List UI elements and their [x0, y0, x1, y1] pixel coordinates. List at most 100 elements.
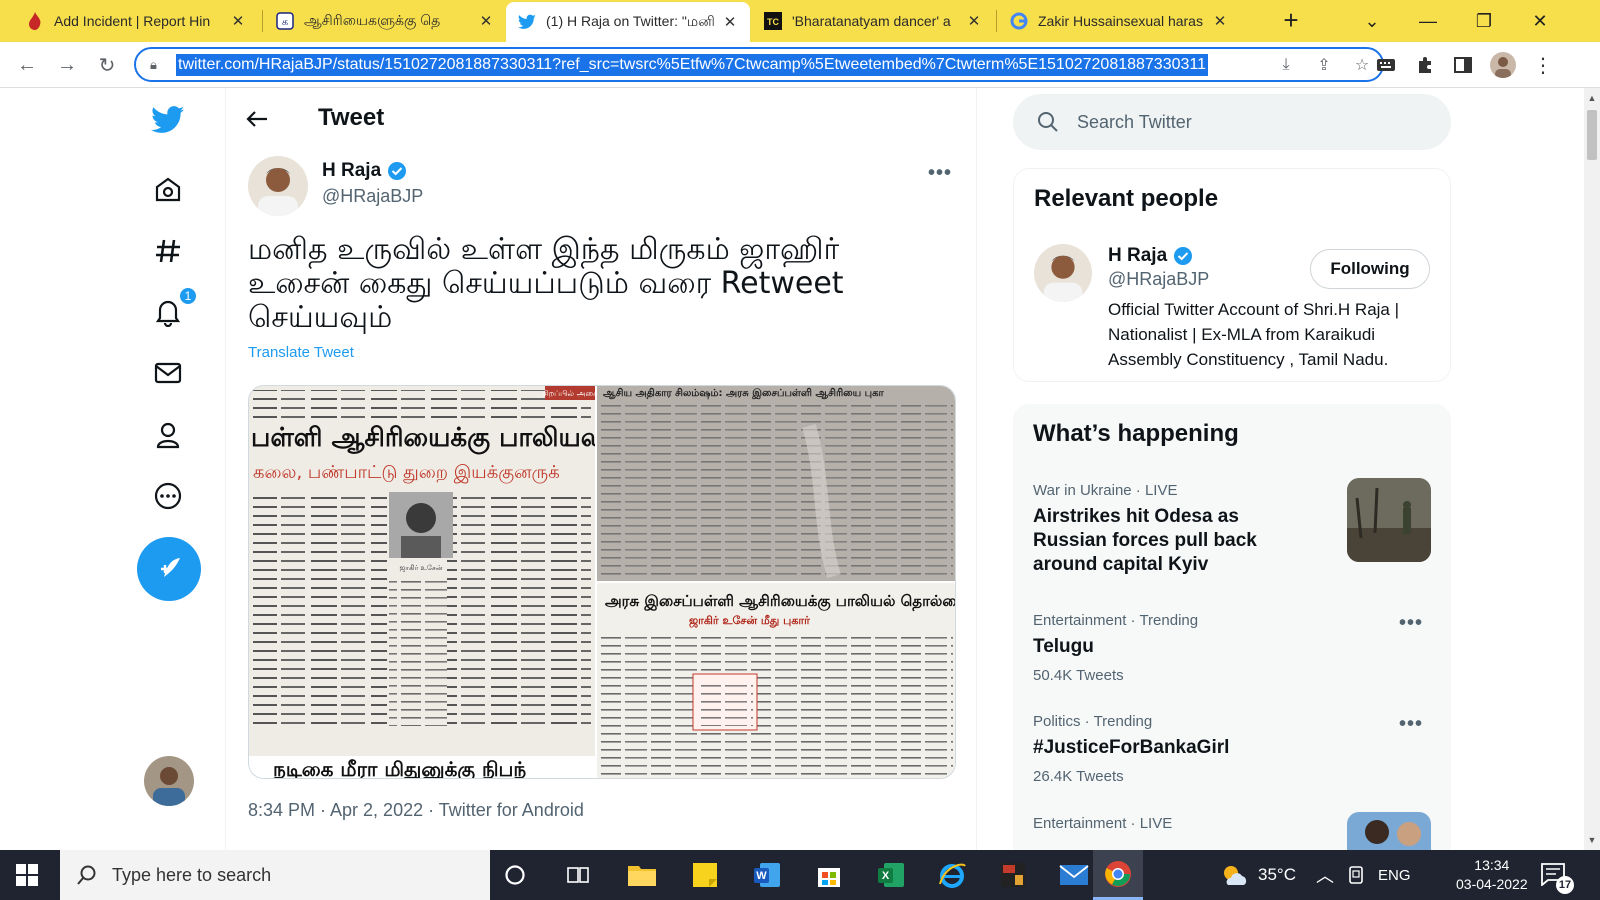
trend-item[interactable]: Politics · Trending #JusticeForBankaGirl… [1033, 713, 1433, 785]
tweet-timestamp[interactable]: 8:34 PM · Apr 2, 2022 · Twitter for Andr… [248, 800, 584, 821]
sticky-notes-icon[interactable] [688, 858, 722, 892]
person-handle[interactable]: @HRajaBJP [1108, 269, 1209, 290]
search-input[interactable]: Search Twitter [1013, 94, 1451, 150]
trend-count: 26.4K Tweets [1033, 768, 1124, 785]
relevant-people-title: Relevant people [1034, 185, 1219, 212]
notifications-bell-icon[interactable]: 1 [148, 286, 198, 332]
task-view-icon[interactable] [561, 858, 595, 892]
bottom-right-headline: அரசு இசைப்பள்ளி ஆசிரியைக்கு பாலியல் தொல்… [605, 592, 956, 611]
share-icon[interactable]: ⇪ [1314, 55, 1334, 75]
chrome-taskbar-icon[interactable] [1093, 850, 1143, 900]
tab-close-icon[interactable]: ✕ [966, 12, 982, 30]
restore-button[interactable]: ❐ [1456, 0, 1512, 42]
url-text[interactable]: twitter.com/HRajaBJP/status/151027208188… [176, 53, 1209, 76]
author-handle[interactable]: @HRajaBJP [322, 186, 423, 207]
flame-icon [26, 12, 44, 30]
taskbar-clock[interactable]: 13:34 03-04-2022 [1456, 856, 1528, 894]
tab-search-chevron-icon[interactable]: ⌄ [1344, 0, 1400, 42]
tweet-header: Tweet [226, 88, 978, 150]
tab-add-incident[interactable]: Add Incident | Report Hin ✕ [14, 0, 258, 42]
trend-more-icon[interactable]: ••• [1399, 713, 1423, 736]
scrollbar-thumb[interactable] [1587, 110, 1597, 160]
tab-label: (1) H Raja on Twitter: "மனி [546, 12, 714, 29]
tweet-media-grid[interactable]: சிறப்பில் அசை பள்ளி ஆசிரியைக்கு பாலியல க… [248, 385, 956, 779]
person-name[interactable]: H Raja [1108, 245, 1193, 267]
keyboard-extension-icon[interactable] [1375, 54, 1397, 76]
trend-item[interactable]: War in Ukraine · LIVE Airstrikes hit Ode… [1033, 482, 1313, 577]
left-photo-caption: ஜாகிர் உசேன் [399, 564, 442, 573]
newspaper-clip-left[interactable]: சிறப்பில் அசை பள்ளி ஆசிரியைக்கு பாலியல க… [249, 386, 602, 779]
file-explorer-icon[interactable] [625, 858, 659, 892]
back-arrow-icon[interactable] [242, 104, 272, 134]
lock-icon: 🔒︎ [150, 56, 157, 72]
translate-tweet-link[interactable]: Translate Tweet [248, 344, 354, 361]
weather-widget[interactable]: 35°C [1220, 850, 1296, 900]
side-panel-icon[interactable] [1452, 54, 1474, 76]
trend-thumbnail[interactable] [1347, 478, 1431, 562]
tab-close-icon[interactable]: ✕ [230, 12, 246, 30]
tab-close-icon[interactable]: ✕ [722, 13, 738, 31]
tab-bharatanatyam[interactable]: TC 'Bharatanatyam dancer' a ✕ [752, 0, 994, 42]
home-icon[interactable] [148, 169, 188, 209]
back-arrow-icon[interactable]: ← [12, 50, 42, 80]
chrome-menu-icon[interactable]: ⋮ [1532, 54, 1554, 77]
trend-more-icon[interactable]: ••• [1399, 612, 1423, 635]
clock-time: 13:34 [1474, 857, 1510, 873]
tab-teachers-article[interactable]: க ஆசிரியைகளுக்கு தெ ✕ [264, 0, 506, 42]
internet-explorer-icon[interactable] [935, 858, 969, 892]
reload-icon[interactable]: ↻ [92, 50, 122, 80]
newspaper-clip-top-right[interactable]: ஆசிய அதிகார சிலம்ஷம்: அரசு இசைப்பள்ளி ஆச… [597, 386, 956, 581]
ms-to-do-icon[interactable] [996, 858, 1030, 892]
profile-person-icon[interactable] [148, 415, 188, 455]
trend-thumbnail[interactable] [1347, 812, 1431, 850]
microsoft-store-icon[interactable] [812, 858, 846, 892]
device-tray-icon[interactable] [1347, 850, 1365, 900]
mail-icon[interactable] [1057, 858, 1091, 892]
author-avatar[interactable] [248, 156, 308, 216]
explore-hashtag-icon[interactable] [148, 231, 188, 271]
bookmark-star-icon[interactable]: ☆ [1352, 55, 1372, 75]
relevant-people-panel: Relevant people H Raja @HRajaBJP Followi… [1013, 168, 1451, 382]
trend-item[interactable]: Entertainment · Trending Telugu 50.4K Tw… [1033, 612, 1433, 684]
author-name[interactable]: H Raja [322, 160, 407, 182]
close-window-button[interactable]: ✕ [1512, 0, 1568, 42]
word-icon[interactable]: W [750, 858, 784, 892]
windows-start-icon[interactable] [16, 864, 38, 886]
messages-envelope-icon[interactable] [148, 353, 188, 393]
forward-arrow-icon[interactable]: → [52, 50, 82, 80]
tray-chevron-up-icon[interactable]: ︿ [1316, 850, 1334, 900]
account-avatar[interactable] [144, 756, 194, 806]
left-navigation: 1 [136, 88, 206, 850]
extensions-puzzle-icon[interactable] [1414, 54, 1436, 76]
action-center-icon[interactable]: 17 [1540, 862, 1574, 894]
tab-twitter-active[interactable]: (1) H Raja on Twitter: "மனி ✕ [506, 2, 750, 42]
search-placeholder: Search Twitter [1077, 111, 1192, 132]
minimize-button[interactable]: — [1400, 0, 1456, 42]
whats-happening-title: What’s happening [1033, 420, 1239, 447]
tab-zakir-search[interactable]: Zakir Hussainsexual haras ✕ [998, 0, 1240, 42]
address-bar[interactable]: 🔒︎ twitter.com/HRajaBJP/status/151027208… [134, 47, 1384, 82]
page-scrollbar[interactable]: ▲ ▼ [1584, 88, 1600, 850]
scroll-up-arrow-icon[interactable]: ▲ [1587, 92, 1597, 104]
more-options-icon[interactable]: ••• [928, 162, 952, 185]
compose-tweet-button[interactable] [137, 537, 201, 601]
scroll-down-arrow-icon[interactable]: ▼ [1587, 834, 1597, 846]
language-indicator[interactable]: ENG [1378, 850, 1411, 900]
feather-plus-icon [161, 558, 180, 577]
profile-avatar[interactable] [1490, 52, 1516, 78]
cortana-circle-icon[interactable] [498, 858, 532, 892]
taskbar-search-box[interactable]: Type here to search [60, 850, 490, 900]
person-avatar[interactable] [1034, 244, 1092, 302]
tab-close-icon[interactable]: ✕ [478, 12, 494, 30]
excel-icon[interactable]: X [874, 858, 908, 892]
install-app-icon[interactable]: ⤓ [1276, 55, 1296, 75]
following-button[interactable]: Following [1310, 249, 1430, 289]
weather-sun-cloud-icon [1224, 866, 1247, 885]
new-tab-button[interactable]: + [1276, 6, 1306, 36]
newspaper-clip-bottom-right[interactable]: அரசு இசைப்பள்ளி ஆசிரியைக்கு பாலியல் தொல்… [597, 583, 956, 779]
tc-icon: TC [764, 12, 782, 30]
tab-close-icon[interactable]: ✕ [1212, 12, 1228, 30]
twitter-logo-icon[interactable] [148, 100, 188, 140]
tab-label: Zakir Hussainsexual haras [1038, 13, 1203, 29]
more-options-circle-icon[interactable] [148, 476, 188, 516]
